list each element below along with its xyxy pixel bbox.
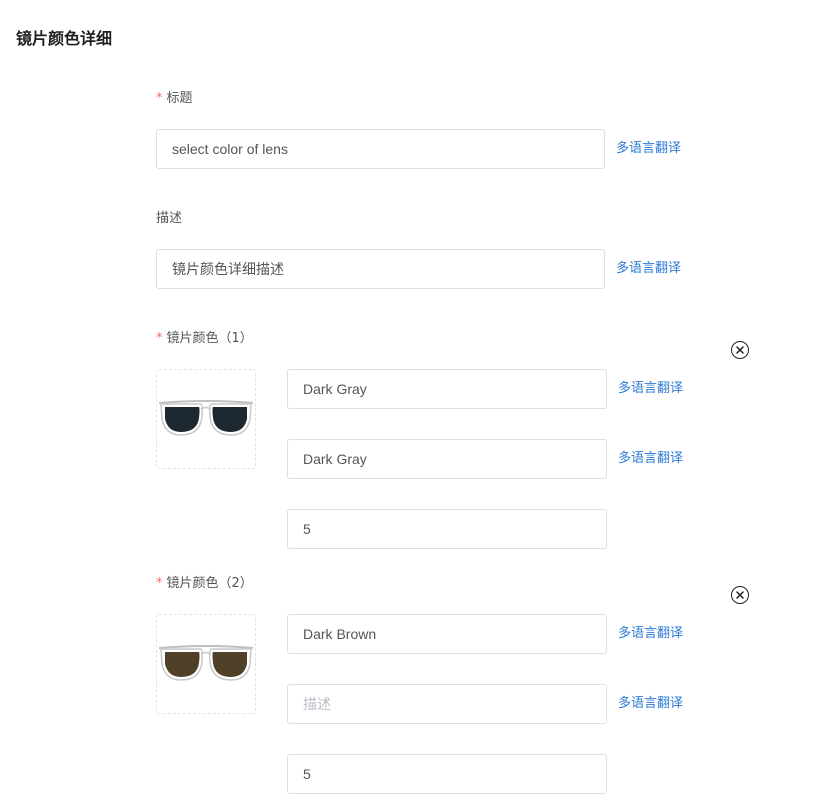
lens-color-2-qty-input[interactable] [287, 754, 607, 794]
title-label-text: 标题 [166, 91, 193, 106]
desc-label: 描述 [156, 211, 183, 226]
required-mark: * [156, 576, 163, 591]
lens-color-1-desc-input[interactable] [287, 439, 607, 479]
title-translate-link[interactable]: 多语言翻译 [616, 139, 681, 159]
sunglasses-icon [158, 400, 254, 436]
title-label: * 标题 [156, 89, 193, 109]
lens-color-2-name-translate-link[interactable]: 多语言翻译 [618, 624, 683, 644]
lens-color-1-name-input[interactable] [287, 369, 607, 409]
remove-lens-color-1-icon[interactable] [731, 341, 749, 359]
lens-color-1-name-translate-link[interactable]: 多语言翻译 [618, 379, 683, 399]
lens-color-2-image[interactable] [156, 614, 256, 714]
lens-color-2-label-text: 镜片颜色（2） [166, 576, 253, 591]
page-title: 镜片颜色详细 [16, 29, 113, 48]
remove-lens-color-2-icon[interactable] [731, 586, 749, 604]
lens-color-1-label-text: 镜片颜色（1） [166, 331, 253, 346]
lens-color-1-label: * 镜片颜色（1） [156, 329, 253, 349]
required-mark: * [156, 91, 163, 106]
lens-color-2-desc-input[interactable] [287, 684, 607, 724]
desc-translate-link[interactable]: 多语言翻译 [616, 259, 681, 279]
title-input[interactable] [156, 129, 605, 169]
desc-input[interactable] [156, 249, 605, 289]
lens-color-2-name-input[interactable] [287, 614, 607, 654]
lens-color-2-label: * 镜片颜色（2） [156, 574, 253, 594]
sunglasses-icon [158, 645, 254, 681]
lens-color-1-desc-translate-link[interactable]: 多语言翻译 [618, 449, 683, 469]
lens-color-1-qty-input[interactable] [287, 509, 607, 549]
lens-color-2-desc-translate-link[interactable]: 多语言翻译 [618, 694, 683, 714]
required-mark: * [156, 331, 163, 346]
lens-color-1-image[interactable] [156, 369, 256, 469]
